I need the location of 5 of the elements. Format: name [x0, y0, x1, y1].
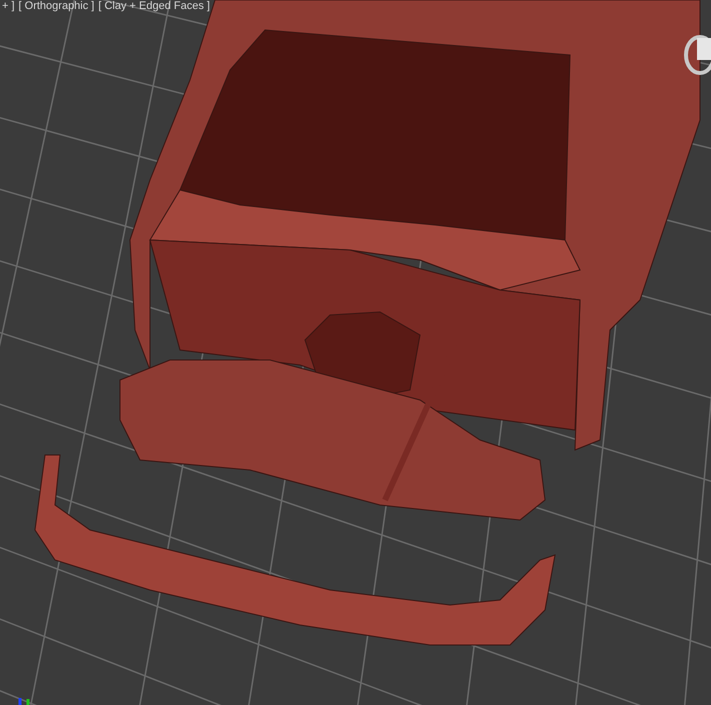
viewport-label[interactable]: [ Orthographic ] [18, 0, 94, 13]
axis-gizmo-icon [18, 698, 30, 705]
viewport-label[interactable]: [ Clay + Edged Faces ] [98, 0, 210, 13]
view-cube-icon[interactable] [684, 35, 711, 75]
viewport-label[interactable]: + ] [2, 0, 15, 13]
